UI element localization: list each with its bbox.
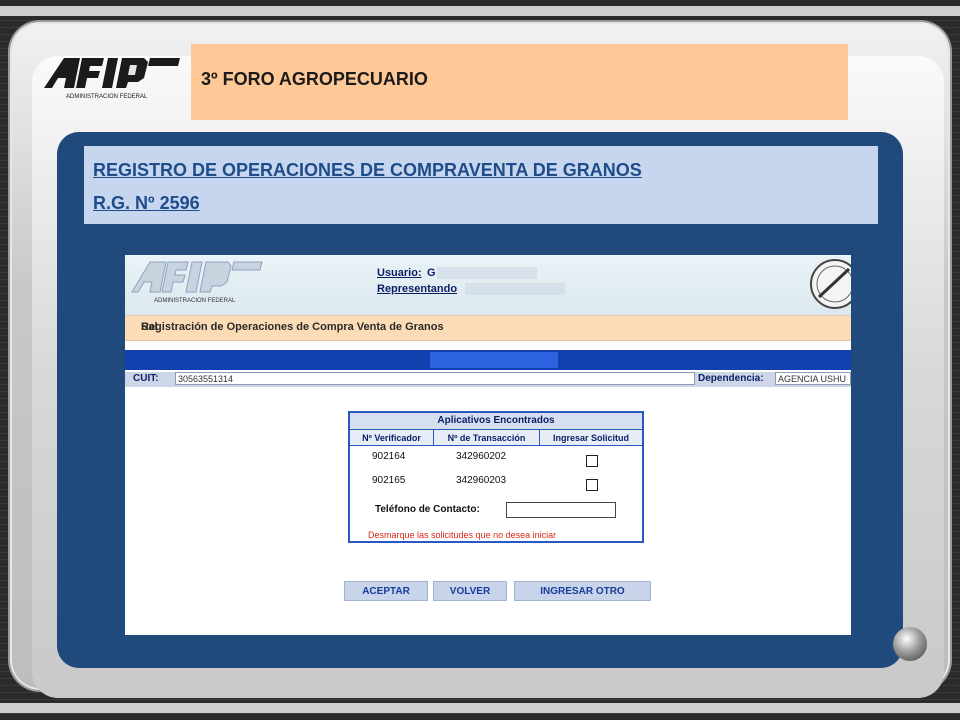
afip-logo: ADMINISTRACION FEDERAL (44, 58, 180, 100)
app-nav-highlight (430, 352, 558, 368)
row2-verificador: 902165 (372, 475, 406, 486)
logo-subtext: ADMINISTRACION FEDERAL (66, 94, 148, 100)
cuit-row: CUIT: 30563551314 Dependencia: AGENCIA U… (125, 372, 851, 387)
exit-link[interactable]: Sal (141, 321, 851, 333)
decorative-knob (893, 627, 927, 661)
apps-found-table: Aplicativos Encontrados Nº Verificador N… (348, 411, 644, 543)
col-verificador: Nº Verificador (350, 430, 434, 446)
row2-transaccion: 342960203 (456, 475, 507, 486)
slide-title: 3º FORO AGROPECUARIO (201, 69, 428, 89)
dependency-label: Dependencia: (698, 373, 764, 384)
row2-checkbox[interactable] (586, 479, 598, 491)
top-bar (0, 6, 960, 16)
accept-button[interactable]: ACEPTAR (344, 581, 428, 601)
seal-icon (810, 259, 851, 309)
heading-link-rg[interactable]: R.G. Nº 2596 (93, 193, 200, 214)
phone-label: Teléfono de Contacto: (375, 504, 480, 515)
col-transaccion: Nº de Transacción (434, 430, 540, 446)
section-bar: Registración de Operaciones de Compra Ve… (125, 315, 851, 341)
add-another-button[interactable]: INGRESAR OTRO (514, 581, 651, 601)
app-logo-subtext: ADMINISTRACION FEDERAL (154, 298, 236, 304)
phone-input[interactable] (506, 502, 616, 518)
slide-title-box: 3º FORO AGROPECUARIO (191, 44, 848, 120)
row1-checkbox[interactable] (586, 455, 598, 467)
table-title: Aplicativos Encontrados (350, 413, 642, 430)
heading-link-registro[interactable]: REGISTRO DE OPERACIONES DE COMPRAVENTA D… (93, 160, 642, 181)
embedded-app-screenshot: ADMINISTRACION FEDERAL Usuario: G Repres… (125, 255, 851, 635)
dependency-field[interactable]: AGENCIA USHU (775, 372, 851, 385)
app-afip-logo: ADMINISTRACION FEDERAL (131, 261, 263, 304)
representing-value-redacted (465, 283, 565, 295)
cuit-field[interactable]: 30563551314 (175, 372, 695, 385)
user-value-redacted (437, 267, 537, 279)
col-ingresar: Ingresar Solicitud (540, 430, 642, 446)
row1-transaccion: 342960202 (456, 451, 507, 462)
heading-box: REGISTRO DE OPERACIONES DE COMPRAVENTA D… (84, 146, 878, 224)
uncheck-warning: Desmarque las solicitudes que no desea i… (368, 530, 557, 540)
bottom-bar (0, 703, 960, 713)
representing-label: Representando (377, 283, 458, 295)
user-label: Usuario: (377, 267, 422, 279)
back-button[interactable]: VOLVER (433, 581, 507, 601)
user-value: G (427, 267, 436, 279)
row1-verificador: 902164 (372, 451, 406, 462)
cuit-label: CUIT: (133, 373, 159, 384)
